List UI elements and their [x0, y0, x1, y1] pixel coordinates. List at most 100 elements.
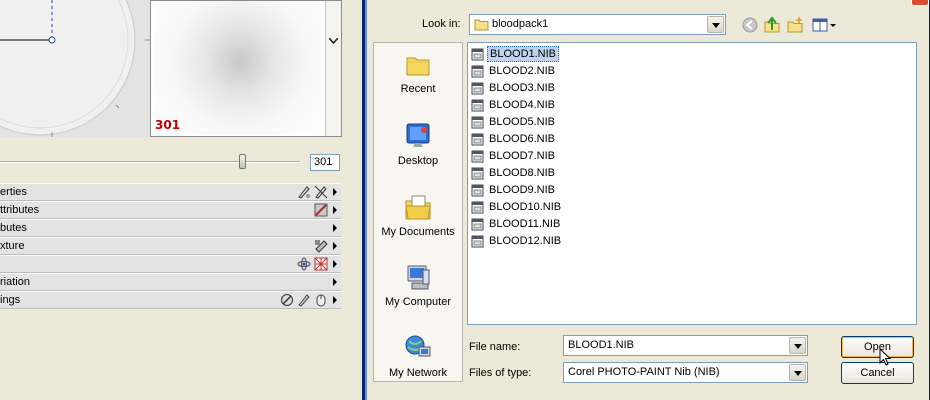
mouse-icon	[316, 294, 326, 307]
up-folder-icon[interactable]	[763, 16, 781, 34]
expand-arrow-icon[interactable]	[333, 206, 337, 214]
chevron-down-icon[interactable]	[789, 337, 806, 354]
property-group-settings[interactable]: ings	[0, 291, 341, 309]
nib-angle-preview[interactable]	[0, 0, 150, 137]
file-item[interactable]: BLOOD5.NIB	[471, 114, 557, 130]
file-name: BLOOD5.NIB	[489, 116, 556, 128]
place-label: Desktop	[397, 155, 439, 167]
file-type-dropdown[interactable]: Corel PHOTO-PAINT Nib (NIB)	[563, 362, 808, 383]
expand-arrow-icon[interactable]	[333, 278, 337, 286]
my-computer-icon	[407, 265, 430, 290]
texture-pen-icon	[315, 240, 328, 253]
look-in-value: bloodpack1	[492, 18, 549, 30]
mouse-cursor-icon	[879, 348, 892, 366]
file-list[interactable]: BLOOD1.NIB BLOOD2.NIB BLOOD3.NIB BLOOD4.…	[467, 42, 917, 325]
file-name-label: File name:	[469, 341, 521, 353]
file-name: BLOOD9.NIB	[489, 184, 556, 196]
view-menu-icon[interactable]	[811, 16, 837, 34]
file-item[interactable]: BLOOD1.NIB	[471, 46, 560, 62]
file-name: BLOOD8.NIB	[489, 167, 556, 179]
file-item[interactable]: BLOOD9.NIB	[471, 182, 557, 198]
close-button[interactable]	[911, 0, 929, 6]
file-name: BLOOD10.NIB	[489, 201, 562, 213]
nib-file-icon	[471, 133, 484, 145]
nib-file-icon	[471, 65, 484, 77]
atom-icon	[297, 257, 311, 271]
file-name-value: BLOOD1.NIB	[568, 339, 635, 351]
file-name-field[interactable]: BLOOD1.NIB	[563, 335, 808, 356]
size-slider-track[interactable]	[0, 161, 300, 163]
place-my-network[interactable]: My Network	[374, 333, 462, 395]
nib-file-icon	[471, 218, 484, 230]
tip-shape	[153, 1, 327, 135]
file-item[interactable]: BLOOD2.NIB	[471, 63, 557, 79]
file-item[interactable]: BLOOD4.NIB	[471, 97, 557, 113]
property-group-butes[interactable]: butes	[0, 219, 341, 237]
file-item[interactable]: BLOOD7.NIB	[471, 148, 557, 164]
property-group-effects[interactable]	[0, 255, 341, 273]
nib-angle-dial[interactable]	[0, 0, 150, 137]
my-documents-icon	[405, 195, 431, 220]
size-slider-thumb[interactable]	[239, 154, 246, 169]
expand-arrow-icon[interactable]	[333, 296, 337, 304]
open-button[interactable]: Open	[841, 336, 914, 358]
property-group-properties[interactable]: erties	[0, 183, 341, 201]
property-group-texture[interactable]: xture	[0, 237, 341, 255]
back-icon[interactable]	[741, 16, 759, 34]
nib-tip-preview: 301	[150, 0, 342, 137]
file-item[interactable]: BLOOD6.NIB	[471, 131, 557, 147]
place-label: My Documents	[381, 226, 455, 238]
property-group-label: butes	[0, 222, 27, 234]
nib-file-icon	[471, 184, 484, 196]
place-my-documents[interactable]: My Documents	[374, 192, 462, 254]
chevron-down-icon[interactable]	[789, 364, 806, 381]
file-item[interactable]: BLOOD3.NIB	[471, 80, 557, 96]
property-group-label: ings	[0, 294, 21, 306]
place-label: My Computer	[384, 296, 452, 308]
expand-arrow-icon[interactable]	[333, 260, 337, 268]
chevron-down-icon[interactable]	[329, 38, 338, 44]
my-network-icon	[405, 335, 431, 357]
property-group-variation[interactable]: riation	[0, 273, 341, 291]
nib-file-icon	[471, 150, 484, 162]
brush-settings-panel: 301 301 erties ttributes butes xture ria…	[0, 0, 343, 400]
nib-file-icon	[471, 116, 484, 128]
file-item[interactable]: BLOOD12.NIB	[471, 233, 563, 249]
no-entry-icon	[281, 294, 293, 306]
desktop-icon	[406, 123, 430, 147]
look-in-dropdown[interactable]: bloodpack1	[469, 14, 726, 35]
file-name: BLOOD2.NIB	[489, 65, 556, 77]
place-recent[interactable]: Recent	[374, 51, 462, 113]
place-my-computer[interactable]: My Computer	[374, 262, 462, 324]
tip-size-number: 301	[155, 118, 181, 132]
tip-preview-scrollbar[interactable]	[325, 1, 341, 136]
open-file-dialog: Look in: bloodpack1 Recent Desktop My Do…	[362, 0, 930, 400]
nib-file-icon	[471, 48, 484, 60]
cancel-button[interactable]: Cancel	[841, 362, 914, 384]
pen-eye-icon	[298, 186, 310, 199]
chevron-down-icon[interactable]	[707, 16, 724, 33]
place-desktop[interactable]: Desktop	[374, 121, 462, 183]
size-slider-row: 301	[0, 150, 343, 176]
gradient-pen-icon	[314, 203, 328, 217]
nib-file-icon	[471, 99, 484, 111]
file-type-label: Files of type:	[469, 367, 532, 379]
expand-arrow-icon[interactable]	[333, 242, 337, 250]
file-name: BLOOD11.NIB	[489, 218, 561, 230]
file-item[interactable]: BLOOD11.NIB	[471, 216, 562, 232]
property-group-attributes[interactable]: ttributes	[0, 201, 341, 219]
place-label: Recent	[400, 83, 436, 95]
new-folder-icon[interactable]	[786, 16, 804, 34]
file-item[interactable]: BLOOD10.NIB	[471, 199, 563, 215]
file-type-value: Corel PHOTO-PAINT Nib (NIB)	[568, 366, 720, 378]
file-item[interactable]: BLOOD8.NIB	[471, 165, 557, 181]
expand-arrow-icon[interactable]	[333, 188, 337, 196]
pen-cross-icon	[314, 185, 328, 199]
property-group-label: xture	[0, 240, 25, 252]
brush-icon	[298, 294, 310, 307]
size-value-field[interactable]: 301	[310, 154, 340, 171]
places-bar: Recent Desktop My Documents My Computer …	[373, 42, 463, 382]
file-name: BLOOD12.NIB	[489, 235, 562, 247]
expand-arrow-icon[interactable]	[333, 224, 337, 232]
nib-file-icon	[471, 82, 484, 94]
